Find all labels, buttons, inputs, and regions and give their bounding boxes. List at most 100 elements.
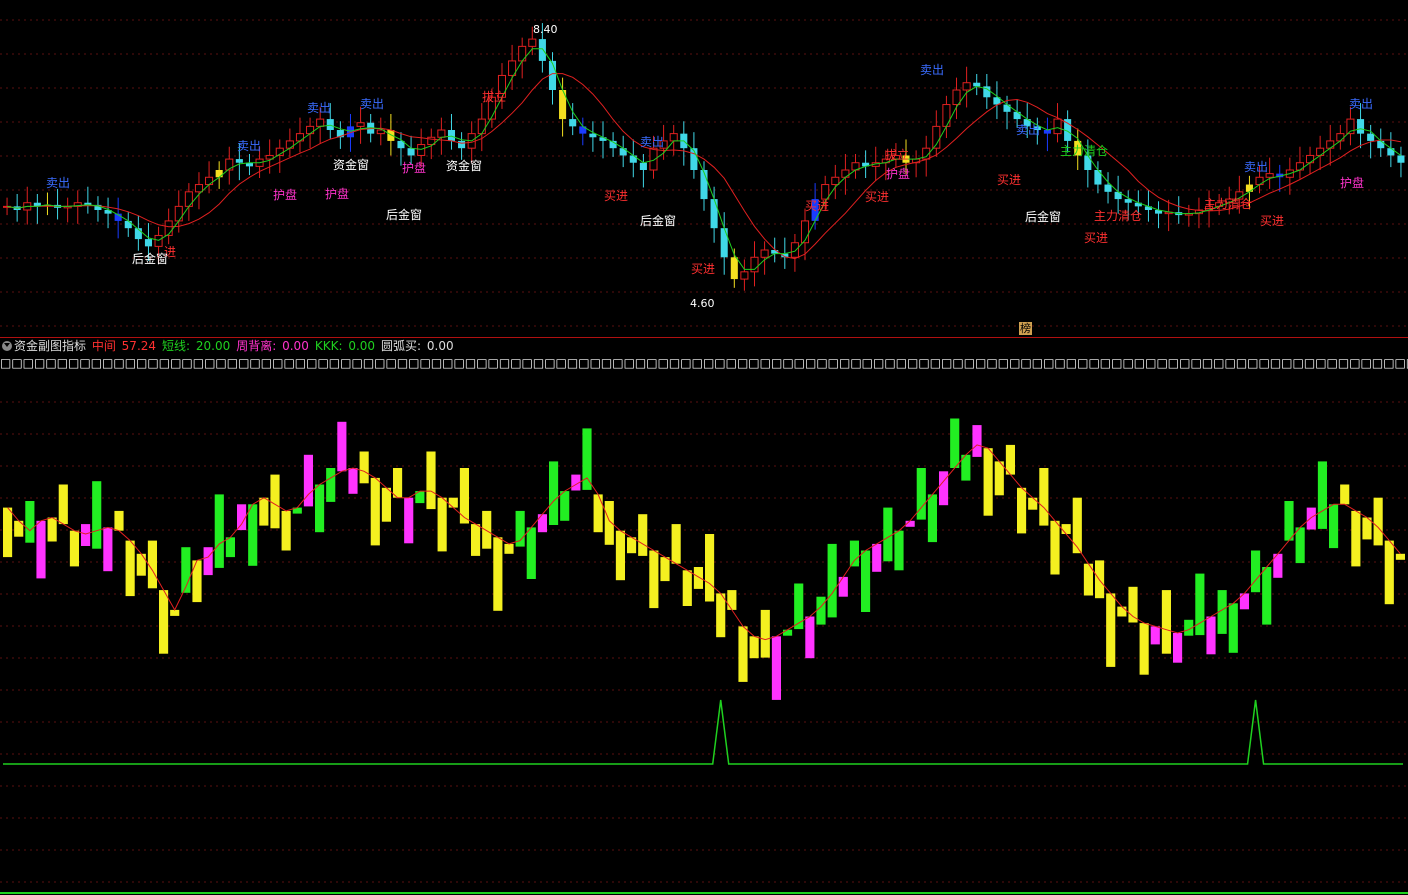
candle-body: [1326, 140, 1335, 149]
signal-label: 后金窗: [386, 207, 422, 222]
candle-body: [477, 118, 486, 135]
indicator-bar: [1039, 468, 1049, 526]
indicator-bar: [682, 570, 692, 606]
indicator-bar: [1150, 626, 1160, 645]
indicator-bar: [1262, 567, 1272, 625]
signal-label: 卖出: [307, 101, 331, 115]
candle-body: [710, 199, 718, 229]
indicator-bar: [604, 501, 614, 545]
candle-body: [831, 176, 840, 186]
indicator-bar: [805, 616, 815, 659]
indicator-bar: [1106, 593, 1116, 667]
signal-label: 卖出: [237, 139, 261, 153]
info-value-3: 0.00: [344, 339, 376, 353]
indicator-name[interactable]: 资金副图指标: [14, 339, 86, 353]
candle: [962, 66, 971, 108]
indicator-bar: [3, 507, 13, 558]
signal-label: 护盘: [273, 187, 297, 202]
signal-label: 护盘: [325, 186, 349, 201]
signal-label: 卖出: [46, 176, 70, 190]
candlestick-series: [3, 23, 1405, 291]
indicator-bar: [1284, 501, 1294, 541]
candle-body: [1013, 111, 1021, 120]
candle: [932, 110, 941, 157]
candle-body: [962, 82, 971, 91]
indicator-bar: [671, 524, 681, 564]
main-price-chart[interactable]: 卖出进后金窗卖出卖出 卖出护盘 护盘资金窗 护盘后金窗资金窗拔立卖出买进后金窗买进买进…: [0, 0, 1408, 338]
candle-body: [215, 170, 223, 178]
candle: [1285, 157, 1294, 195]
candle-body: [790, 242, 799, 258]
indicator-bar: [1295, 527, 1305, 564]
candle: [54, 188, 62, 220]
signal-label: 买进: [865, 190, 889, 204]
indicator-bar: [471, 524, 481, 556]
indicator-bar: [47, 517, 57, 542]
indicator-bar: [1017, 487, 1027, 534]
signal-label: 买进: [604, 189, 628, 203]
indicator-bar: [81, 524, 91, 546]
indicator-bar: [1251, 550, 1261, 593]
candle-body: [619, 148, 627, 156]
candle-body: [316, 118, 325, 127]
candle-body: [1094, 170, 1102, 185]
candle: [194, 172, 203, 210]
collapse-toggle-icon[interactable]: [2, 341, 12, 351]
info-value-2: 0.00: [278, 339, 309, 353]
indicator-bar: [448, 497, 458, 508]
indicator-bar: [927, 494, 937, 543]
candle: [1316, 135, 1325, 170]
sub-indicator-chart[interactable]: [0, 372, 1408, 895]
candle-body: [295, 133, 305, 142]
candle-body: [1295, 162, 1304, 171]
indicator-bar: [526, 527, 536, 579]
candle: [639, 154, 647, 188]
indicator-bar: [381, 487, 391, 522]
candle-body: [569, 119, 577, 127]
indicator-bar: [983, 448, 993, 516]
candle-body: [417, 144, 426, 156]
info-label-2: 周背离:: [236, 339, 277, 353]
candle: [23, 186, 32, 225]
indicator-bar: [36, 520, 46, 579]
indicator-bar: [693, 567, 703, 589]
indicator-bar: [315, 484, 325, 533]
candle-body: [154, 234, 163, 247]
candle-body: [326, 119, 334, 130]
indicator-bar: [827, 543, 837, 618]
candle: [43, 192, 51, 216]
indicator-bar: [582, 428, 592, 490]
indicator-bar: [437, 497, 447, 552]
indicator-bar: [549, 461, 559, 525]
candle: [295, 117, 305, 153]
candle-body: [437, 129, 446, 138]
candle: [740, 259, 749, 291]
indicator-bar: [504, 543, 514, 554]
indicator-status-strip: □□□□□□□□□□□□□□□□□□□□□□□□□□□□□□□□□□□□□□□□…: [0, 356, 1408, 370]
corner-badge: 榜: [1019, 322, 1032, 335]
indicator-bar: [326, 468, 336, 502]
indicator-bar: [259, 497, 269, 526]
signal-label: 拔立: [885, 147, 909, 162]
candle-body: [1377, 140, 1385, 149]
candle-body: [973, 82, 981, 87]
indicator-bar: [248, 504, 258, 566]
candle: [700, 161, 708, 211]
candle: [205, 161, 214, 194]
candle: [973, 74, 981, 96]
indicator-bar: [1072, 497, 1082, 554]
indicator-bar: [649, 550, 659, 609]
signal-label: 护盘: [402, 160, 426, 175]
indicator-bar: [493, 537, 503, 611]
indicator-bar: [872, 543, 882, 572]
candle-body: [952, 89, 961, 106]
indicator-bar: [939, 471, 949, 506]
signal-label: 后金窗: [640, 213, 676, 228]
candle: [629, 139, 637, 178]
indicator-bar: [237, 504, 247, 531]
candle: [73, 190, 82, 224]
indicator-bar: [225, 537, 235, 558]
indicator-bar: [58, 484, 68, 525]
candle-body: [164, 220, 173, 236]
indicator-bar: [950, 418, 960, 468]
